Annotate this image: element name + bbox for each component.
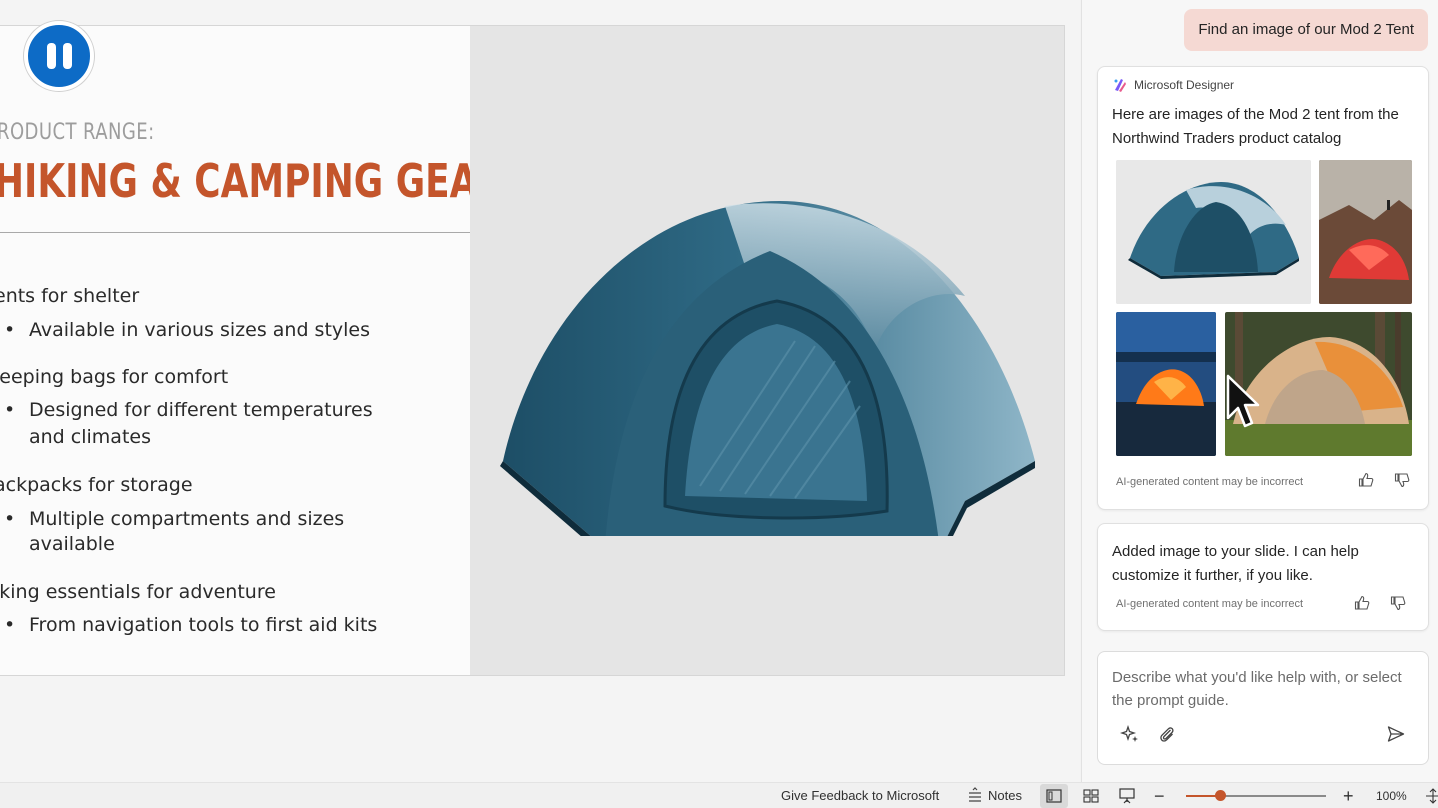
bullet-sub-text: From navigation tools to first aid kits: [29, 614, 378, 636]
prompt-composer[interactable]: Describe what you'd like help with, or s…: [1097, 651, 1429, 765]
thumbs-up-icon[interactable]: [1354, 595, 1370, 611]
feedback-buttons: [1358, 472, 1410, 488]
bullet-sub-text: Multiple compartments and sizes: [29, 508, 345, 530]
response-card: Microsoft Designer Here are images of th…: [1097, 66, 1429, 510]
notes-icon[interactable]: [966, 787, 984, 805]
send-icon[interactable]: [1386, 724, 1406, 744]
tent-orange-thumbnail: [1116, 312, 1216, 456]
slide-subtitle[interactable]: RODUCT RANGE:: [0, 120, 155, 145]
source-label: Microsoft Designer: [1112, 77, 1234, 93]
pause-icon: [46, 43, 56, 69]
ai-disclaimer: AI-generated content may be incorrect: [1116, 476, 1304, 488]
bullet-main: iking essentials for adventure: [0, 581, 276, 603]
zoom-out-button[interactable]: −: [1154, 783, 1165, 808]
pause-button[interactable]: [24, 21, 94, 91]
image-thumbnail[interactable]: [1116, 312, 1216, 456]
title-divider: [0, 232, 470, 233]
slide-sorter-icon[interactable]: [1082, 787, 1100, 805]
image-thumbnail[interactable]: [1319, 160, 1412, 304]
zoom-in-button[interactable]: +: [1343, 783, 1354, 808]
mouse-cursor-icon: [1226, 374, 1260, 428]
tent-image[interactable]: [495, 166, 1040, 536]
slide[interactable]: RODUCT RANGE: HIKING & CAMPING GEAR ents…: [0, 25, 1065, 676]
attach-icon[interactable]: [1157, 724, 1177, 744]
tent-blue-thumbnail: [1116, 160, 1311, 304]
bullet-sub: • Designed for different temperatures: [4, 399, 373, 421]
source-name: Microsoft Designer: [1134, 78, 1235, 92]
tent-red-thumbnail: [1319, 160, 1412, 304]
thumbs-down-icon[interactable]: [1394, 472, 1410, 488]
slide-title[interactable]: HIKING & CAMPING GEAR: [0, 154, 505, 208]
bullet-sub-text: Available in various sizes and styles: [29, 319, 371, 341]
bullet-sub-text: Designed for different temperatures: [29, 399, 373, 421]
zoom-slider-thumb[interactable]: [1215, 790, 1226, 801]
prompt-guide-icon[interactable]: [1120, 724, 1140, 744]
feedback-buttons: [1354, 595, 1406, 611]
normal-view-icon[interactable]: [1045, 787, 1063, 805]
followup-text: Added image to your slide. I can help cu…: [1112, 543, 1359, 584]
followup-card: Added image to your slide. I can help cu…: [1097, 523, 1429, 631]
reading-view-icon[interactable]: [1118, 787, 1136, 805]
user-message: Find an image of our Mod 2 Tent: [1184, 9, 1428, 51]
bullet-sub: • Multiple compartments and sizes: [4, 508, 345, 530]
status-bar: Give Feedback to Microsoft Notes − + 100…: [0, 782, 1438, 808]
bullet-main: ackpacks for storage: [0, 474, 193, 496]
pause-icon: [62, 43, 72, 69]
slide-image-panel[interactable]: [470, 26, 1064, 675]
bullet-main: leeping bags for comfort: [0, 366, 229, 388]
bullet-sub: • From navigation tools to first aid kits: [4, 614, 378, 636]
composer-placeholder[interactable]: Describe what you'd like help with, or s…: [1112, 666, 1412, 712]
thumbs-up-icon[interactable]: [1358, 472, 1374, 488]
designer-icon: [1114, 79, 1126, 92]
give-feedback-link[interactable]: Give Feedback to Microsoft: [781, 783, 939, 808]
bullet-sub-continuation: available: [29, 533, 115, 555]
response-text: Here are images of the Mod 2 tent from t…: [1112, 106, 1399, 147]
ai-disclaimer: AI-generated content may be incorrect: [1116, 598, 1304, 610]
slide-canvas-area: RODUCT RANGE: HIKING & CAMPING GEAR ents…: [0, 0, 1080, 782]
bullet-sub-continuation: and climates: [29, 426, 151, 448]
bullet-sub: • Available in various sizes and styles: [4, 319, 371, 341]
image-thumbnail[interactable]: [1116, 160, 1311, 304]
fit-slide-icon[interactable]: [1424, 787, 1438, 805]
bullet-main: ents for shelter: [0, 285, 140, 307]
thumbs-down-icon[interactable]: [1390, 595, 1406, 611]
zoom-level[interactable]: 100%: [1376, 783, 1407, 808]
slide-text-panel: RODUCT RANGE: HIKING & CAMPING GEAR ents…: [0, 26, 505, 675]
notes-button[interactable]: Notes: [988, 783, 1022, 808]
